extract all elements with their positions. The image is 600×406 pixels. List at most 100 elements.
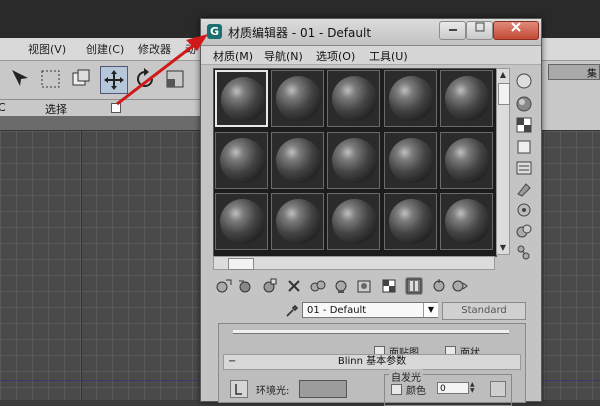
lock-bracket-icon [235, 384, 242, 395]
sample-slot[interactable] [383, 193, 437, 250]
material-sphere [444, 76, 490, 121]
menu-options[interactable]: 选项(O) [316, 48, 355, 64]
sample-uv-icon[interactable] [514, 138, 534, 156]
go-to-parent-icon[interactable] [430, 277, 448, 295]
scale-icon[interactable] [162, 66, 188, 92]
lock-ambient-diffuse-button[interactable] [230, 380, 248, 398]
checker-background-icon[interactable] [514, 116, 534, 134]
material-map-navigator-icon[interactable] [514, 243, 534, 261]
spinner-arrows-icon[interactable]: ▲ ▼ [470, 382, 477, 394]
selection-label: 选择 [45, 103, 67, 116]
get-material-icon[interactable] [215, 277, 233, 295]
material-sphere [332, 76, 378, 121]
close-button[interactable] [493, 21, 539, 40]
sample-slot[interactable] [327, 131, 381, 189]
make-preview-icon[interactable] [514, 180, 534, 198]
options-icon[interactable] [514, 201, 534, 219]
app-logo-icon: G [207, 24, 222, 39]
maximize-icon [475, 22, 484, 32]
slot-horizontal-scrollbar[interactable] [213, 256, 495, 270]
select-region-icon[interactable] [8, 66, 34, 92]
material-sphere [388, 76, 434, 121]
scroll-thumb[interactable] [498, 83, 510, 105]
blinn-basic-parameters-header[interactable]: − Blinn 基本参数 [223, 354, 521, 370]
window-title: 材质编辑器 - 01 - Default [228, 26, 372, 40]
put-to-library-icon[interactable] [332, 277, 350, 295]
menu-create[interactable]: 创建(C) [86, 41, 124, 57]
backlight-icon[interactable] [514, 95, 534, 113]
minimize-button[interactable] [439, 21, 466, 40]
sample-slot[interactable] [327, 70, 381, 127]
sample-slot[interactable] [439, 131, 493, 189]
put-to-scene-icon[interactable] [236, 277, 254, 295]
material-sphere [332, 137, 378, 183]
small-square-icon[interactable] [111, 103, 121, 113]
bottom-tool-row [215, 277, 515, 297]
slot-vertical-scrollbar[interactable]: ▲ ▼ [496, 68, 510, 255]
parameters-rollout: 面贴图 面状 − Blinn 基本参数 环境光: 自发光 颜色 0 ▲▼ [218, 323, 526, 406]
make-unique-icon[interactable] [309, 277, 327, 295]
scroll-down-icon[interactable]: ▼ [497, 242, 509, 254]
rollout-divider [233, 330, 509, 334]
sphere-icon[interactable] [514, 72, 534, 90]
menu-view[interactable]: 视图(V) [28, 41, 66, 57]
maximize-button[interactable] [466, 21, 493, 40]
material-sphere [444, 137, 490, 183]
sample-slot[interactable] [271, 70, 325, 127]
select-by-material-icon[interactable] [514, 222, 534, 240]
material-sphere [276, 199, 322, 244]
show-end-result-icon[interactable] [405, 277, 423, 295]
named-selection-field[interactable]: 集 [548, 64, 600, 80]
reset-map-icon[interactable] [285, 277, 303, 295]
side-tool-column [512, 68, 538, 278]
show-map-in-viewport-icon[interactable] [380, 277, 398, 295]
scroll-up-icon[interactable]: ▲ [497, 69, 509, 81]
go-forward-sibling-icon[interactable] [450, 277, 468, 295]
material-editor-titlebar[interactable]: G 材质编辑器 - 01 - Default [201, 19, 541, 46]
close-icon [511, 22, 521, 32]
sample-slot[interactable] [439, 193, 493, 250]
sample-slot[interactable] [327, 193, 381, 250]
material-sphere [220, 199, 265, 244]
sample-slot[interactable] [383, 131, 437, 189]
named-selection-text: 集 [587, 69, 597, 80]
material-sphere [221, 77, 266, 122]
ambient-color-swatch[interactable] [299, 380, 347, 398]
eyedropper-icon[interactable] [285, 304, 299, 318]
material-type-button[interactable]: Standard [442, 302, 526, 320]
self-illumination-value-field[interactable]: 0 [437, 382, 469, 394]
left-stub-label: C [0, 101, 6, 114]
window-crossing-icon[interactable] [68, 66, 94, 92]
sample-slot[interactable] [271, 193, 325, 250]
menu-utilities[interactable]: 工具(U) [369, 48, 408, 64]
assign-to-selection-icon[interactable] [260, 277, 278, 295]
video-color-check-icon[interactable] [514, 159, 534, 177]
move-icon[interactable] [100, 66, 128, 94]
menu-modifiers[interactable]: 修改器 [138, 41, 171, 57]
sample-slot[interactable] [215, 193, 268, 250]
sample-slot[interactable] [215, 70, 268, 127]
menu-animation[interactable]: 动 [185, 41, 196, 57]
blinn-header-label: Blinn 基本参数 [337, 356, 407, 367]
material-name-field[interactable]: 01 - Default [302, 302, 438, 318]
scroll-thumb[interactable] [228, 258, 254, 270]
material-sphere [276, 76, 322, 121]
ambient-label: 环境光: [256, 386, 290, 397]
sample-slot[interactable] [439, 70, 493, 127]
sample-slot[interactable] [215, 131, 268, 189]
menu-navigation[interactable]: 导航(N) [264, 48, 303, 64]
chevron-down-icon[interactable]: ▼ [423, 303, 438, 317]
sample-slot[interactable] [383, 70, 437, 127]
self-illumination-map-button[interactable] [490, 381, 506, 397]
material-id-icon[interactable] [355, 277, 373, 295]
material-sphere [332, 199, 378, 244]
viewport-axis-vertical [81, 131, 82, 400]
rectangular-selection-icon[interactable] [38, 66, 64, 92]
menu-material[interactable]: 材质(M) [213, 48, 253, 64]
self-illumination-color-checkbox[interactable] [391, 384, 402, 395]
sample-slot-grid [213, 68, 497, 257]
color-label: 颜色 [406, 386, 426, 397]
sample-slot[interactable] [271, 131, 325, 189]
rotate-icon[interactable] [132, 66, 158, 92]
material-sphere [388, 199, 434, 244]
